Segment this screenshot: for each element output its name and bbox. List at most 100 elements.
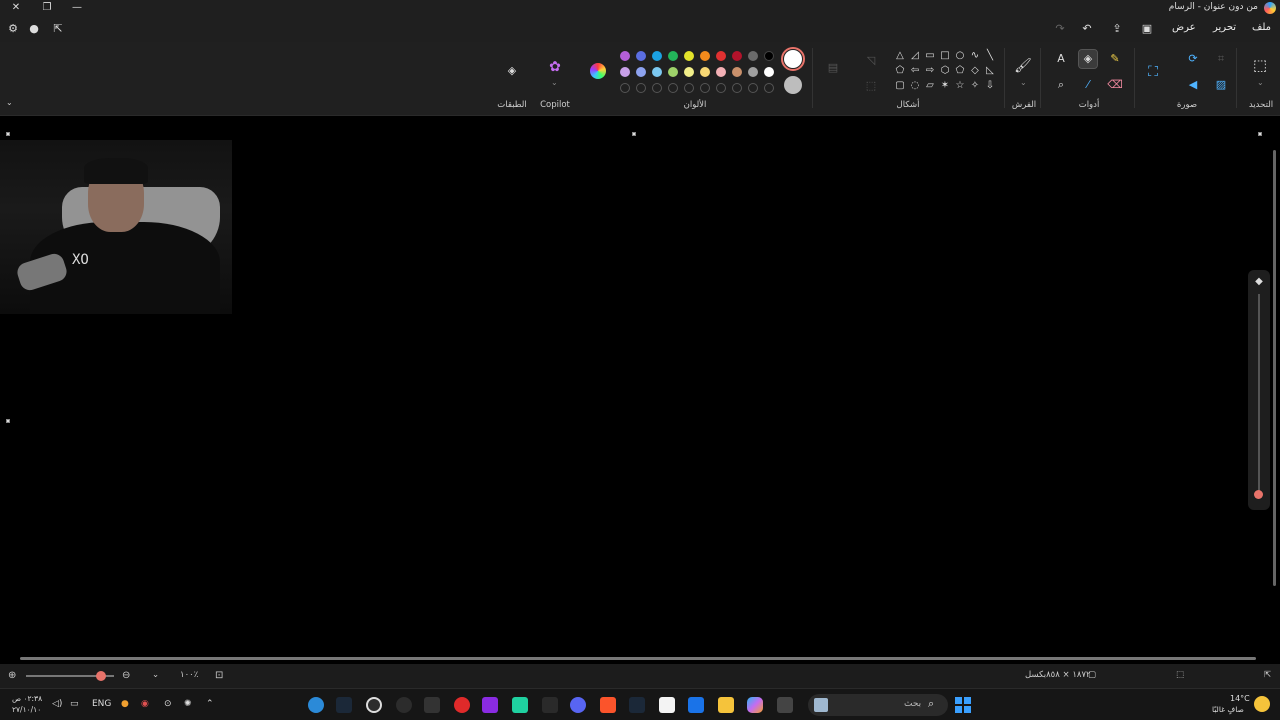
arrow-down-shape-icon[interactable]: ⇩ (984, 80, 996, 92)
selection-icon[interactable]: ⬚ (1251, 56, 1269, 74)
rounded-rect-shape-icon[interactable]: ▢ (894, 80, 906, 92)
custom-swatch[interactable] (636, 83, 646, 93)
color-picker-icon[interactable] (590, 63, 606, 79)
epic-games-app-icon[interactable] (542, 697, 558, 713)
obs-app-icon[interactable] (366, 697, 382, 713)
edge-app-icon[interactable] (308, 697, 324, 713)
swatch[interactable] (636, 67, 646, 77)
pencil-tool-icon[interactable]: ✎ (1106, 50, 1124, 68)
swatch[interactable] (764, 51, 774, 61)
canvas-resize-handle[interactable] (6, 132, 10, 136)
collapse-ribbon-icon[interactable]: ⌄ (6, 98, 13, 107)
swatch[interactable] (700, 51, 710, 61)
menu-edit[interactable]: تحرير (1213, 22, 1236, 33)
swatch[interactable] (716, 51, 726, 61)
minimize-icon[interactable]: — (70, 1, 84, 15)
menu-view[interactable]: عرض (1172, 22, 1196, 33)
arrow-right-shape-icon[interactable]: ⇨ (924, 65, 936, 77)
start-button[interactable] (955, 697, 971, 713)
weather-icon[interactable] (1254, 696, 1270, 712)
clock-time[interactable]: ٠٢:٣٨ ص (12, 694, 42, 703)
speaker-icon[interactable]: ◁) (52, 699, 62, 709)
outlook-app-icon[interactable] (688, 697, 704, 713)
menu-file[interactable]: ملف (1252, 22, 1271, 33)
vertical-scrollbar[interactable] (1272, 130, 1278, 590)
secondary-color[interactable] (784, 76, 802, 94)
fill-tool-icon[interactable]: ◈ (1078, 49, 1098, 69)
account-icon[interactable]: ● (26, 21, 42, 37)
taskbar-search[interactable]: بحث ⌕ (808, 694, 948, 716)
selection-chevron-icon[interactable]: ⌄ (1257, 78, 1264, 87)
settings-icon[interactable]: ⚙ (5, 21, 21, 37)
file-explorer-app-icon[interactable] (718, 697, 734, 713)
swatch[interactable] (668, 67, 678, 77)
tray-chevron-icon[interactable]: ⌃ (206, 699, 214, 709)
brush-chevron-icon[interactable]: ⌄ (1020, 78, 1027, 87)
settings-app-icon[interactable] (396, 697, 412, 713)
zoom-slider-thumb[interactable] (96, 671, 106, 681)
discord-app-icon[interactable] (570, 697, 586, 713)
display-icon[interactable]: ▭ (70, 699, 79, 709)
custom-swatch[interactable] (716, 83, 726, 93)
copilot-icon[interactable]: ✿ (546, 58, 564, 76)
custom-swatch[interactable] (732, 83, 742, 93)
redo-icon[interactable]: ↷ (1052, 21, 1068, 37)
horizontal-scroll-thumb[interactable] (20, 657, 1256, 660)
image-select-icon[interactable]: ⛶ (1144, 63, 1162, 81)
gamepad-app-icon[interactable] (512, 697, 528, 713)
zoom-dropdown-chevron-icon[interactable]: ⌄ (152, 670, 159, 680)
color-picker-tool-icon[interactable]: ⁄ (1079, 76, 1097, 94)
brave-app-icon[interactable] (600, 697, 616, 713)
network-icon[interactable]: ⊙ (164, 699, 172, 709)
microphone-icon[interactable]: ● (121, 699, 129, 709)
horizontal-scrollbar[interactable] (8, 656, 1270, 662)
right-triangle-shape-icon[interactable]: ◿ (909, 50, 921, 62)
primary-color[interactable] (781, 47, 805, 71)
zoom-level[interactable]: ١٠٠٪ (180, 670, 198, 680)
custom-swatch[interactable] (620, 83, 630, 93)
task-view-icon[interactable] (777, 697, 793, 713)
swatch[interactable] (748, 51, 758, 61)
swatch[interactable] (620, 67, 630, 77)
zoom-out-icon[interactable]: ⊖ (122, 670, 130, 681)
curve-shape-icon[interactable]: ∿ (969, 50, 981, 62)
swatch[interactable] (620, 51, 630, 61)
next-app-icon[interactable] (482, 697, 498, 713)
vertical-scroll-thumb[interactable] (1273, 150, 1276, 586)
brush-icon[interactable]: 🖌 (1014, 57, 1032, 75)
brush-options-icon[interactable]: ◆ (1253, 276, 1265, 288)
swatch[interactable] (668, 51, 678, 61)
hexagon-shape-icon[interactable]: ⬡ (939, 65, 951, 77)
steam-2-app-icon[interactable] (629, 697, 645, 713)
swatch[interactable] (652, 67, 662, 77)
fit-to-window-icon[interactable]: ⊡ (215, 670, 223, 681)
share-icon[interactable]: ⇱ (50, 21, 66, 37)
custom-swatch[interactable] (684, 83, 694, 93)
custom-swatch[interactable] (652, 83, 662, 93)
star-6-shape-icon[interactable]: ✶ (939, 80, 951, 92)
layers-icon[interactable]: ◈ (503, 62, 521, 80)
canvas-resize-handle[interactable] (632, 132, 636, 136)
language-indicator[interactable]: ENG (92, 699, 111, 709)
custom-swatch[interactable] (668, 83, 678, 93)
copilot-chevron-icon[interactable]: ⌄ (551, 78, 558, 87)
polygon-shape-icon[interactable]: ⬠ (894, 65, 906, 77)
brush-size-thumb[interactable] (1254, 490, 1263, 499)
brightness-icon[interactable]: ✺ (184, 699, 192, 709)
rotate-icon[interactable]: ⟳ (1184, 50, 1202, 68)
outline-option-icon[interactable]: ◹ (862, 52, 880, 70)
capcut-app-icon[interactable] (424, 697, 440, 713)
star-5-shape-icon[interactable]: ☆ (954, 80, 966, 92)
swatch[interactable] (684, 67, 694, 77)
fill-option-icon[interactable]: ▤ (824, 59, 842, 77)
text-tool-icon[interactable]: A (1052, 50, 1070, 68)
recording-icon[interactable]: ◉ (141, 699, 149, 709)
swatch[interactable] (716, 67, 726, 77)
custom-swatch[interactable] (700, 83, 710, 93)
magnifier-tool-icon[interactable]: ⌕ (1052, 76, 1070, 94)
valorant-app-icon[interactable] (454, 697, 470, 713)
weather-temperature[interactable]: 14°C (1230, 694, 1250, 703)
flip-icon[interactable]: ◀ (1184, 76, 1202, 94)
canvas-resize-handle[interactable] (6, 419, 10, 423)
callout-rect-shape-icon[interactable]: ▱ (924, 80, 936, 92)
